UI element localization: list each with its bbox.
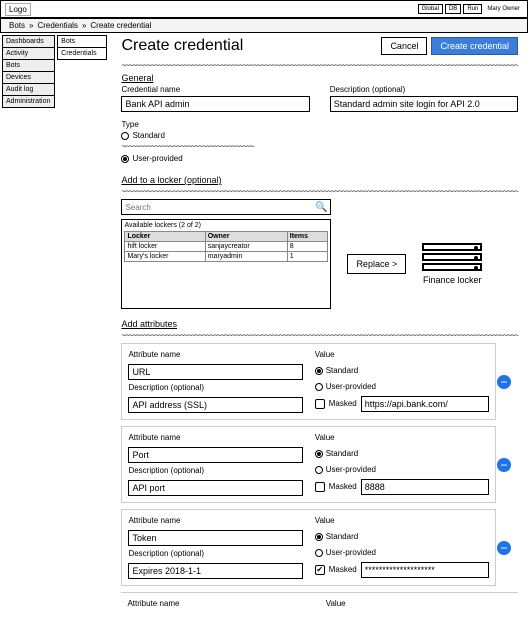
remove-attribute-button[interactable]: −	[497, 375, 511, 389]
attribute-card: Attribute name Description (optional) Valu…	[121, 426, 496, 503]
value-userprovided-radio[interactable]: User-provided	[315, 382, 489, 391]
value-standard-radio[interactable]: Standard	[315, 366, 489, 375]
server-icon	[422, 253, 482, 261]
sub-nav: Bots Credentials	[57, 35, 107, 59]
credential-name-label: Credential name	[121, 85, 309, 94]
value-standard-radio[interactable]: Standard	[315, 449, 489, 458]
attr-value-input[interactable]	[361, 562, 489, 578]
masked-label: Masked	[329, 399, 357, 408]
locker-col-owner[interactable]: Owner	[205, 232, 287, 242]
credential-desc-label: Description (optional)	[330, 85, 518, 94]
attribute-card: Attribute name Description (optional) Valu…	[121, 343, 496, 420]
attr-value-input[interactable]	[361, 479, 489, 495]
attribute-card: Attribute name Description (optional) Valu…	[121, 509, 496, 586]
create-credential-button[interactable]: Create credential	[431, 37, 518, 55]
attr-value-input[interactable]	[361, 396, 489, 412]
breadcrumb-c: Create credential	[90, 21, 151, 30]
remove-attribute-button[interactable]: −	[497, 458, 511, 472]
divider: ~~~~~~~~~~~~~~~~~~~~~~~~~~~~~~~~~~~~	[121, 142, 261, 148]
locker-col-items[interactable]: Items	[287, 232, 328, 242]
attr-value-label: Value	[315, 350, 489, 359]
masked-label: Masked	[329, 565, 357, 574]
left-nav: Dashboards Activity Bots Devices Audit l…	[2, 35, 55, 107]
subnav-item-credentials[interactable]: Credentials	[57, 47, 107, 60]
breadcrumb: Bots » Credentials » Create credential	[0, 18, 528, 33]
top-user-label: Mary Owner	[484, 5, 523, 13]
breadcrumb-a[interactable]: Bots	[9, 21, 25, 30]
attr-value-label: Value	[315, 516, 489, 525]
divider: ~~~~~~~~~~~~~~~~~~~~~~~~~~~~~~~~~~~~~~~~…	[121, 331, 518, 337]
type-standard-radio[interactable]: Standard	[121, 131, 518, 140]
breadcrumb-b[interactable]: Credentials	[37, 21, 77, 30]
locker-available-caption: Available lockers (2 of 2)	[124, 222, 328, 229]
masked-checkbox[interactable]	[315, 482, 325, 492]
locker-list-panel: Available lockers (2 of 2) Locker Owner …	[121, 219, 331, 309]
attr-value-label: Value	[326, 599, 512, 608]
value-userprovided-radio[interactable]: User-provided	[315, 548, 489, 557]
type-label: Type	[121, 120, 518, 129]
selected-locker: Finance locker	[422, 243, 482, 285]
locker-table: Locker Owner Items hift lockersanjaycrea…	[124, 231, 328, 262]
server-icon	[422, 243, 482, 251]
top-btn-1[interactable]: Global	[418, 4, 443, 14]
table-row[interactable]: Mary's lockermaryadmin1	[125, 252, 328, 262]
top-btn-3[interactable]: Run	[463, 4, 482, 14]
table-row[interactable]: hift lockersanjaycreator8	[125, 242, 328, 252]
locker-search[interactable]: 🔍	[121, 199, 331, 215]
credential-name-input[interactable]	[121, 96, 309, 112]
replace-button[interactable]: Replace >	[347, 254, 406, 274]
attr-desc-label: Description (optional)	[128, 383, 302, 392]
attr-name-label: Attribute name	[128, 350, 302, 359]
page-title: Create credential	[121, 37, 377, 55]
section-locker: Add to a locker (optional)	[121, 175, 518, 185]
section-general: General	[121, 73, 518, 83]
remove-attribute-button[interactable]: −	[497, 541, 511, 555]
section-attributes: Add attributes	[121, 319, 518, 329]
masked-checkbox[interactable]	[315, 399, 325, 409]
attr-name-label: Attribute name	[128, 516, 302, 525]
type-userprovided-radio[interactable]: User-provided	[121, 154, 518, 163]
locker-col-name[interactable]: Locker	[125, 232, 205, 242]
search-icon: 🔍	[315, 202, 327, 213]
logo: Logo	[5, 3, 31, 16]
credential-desc-input[interactable]	[330, 96, 518, 112]
attr-name-input[interactable]	[128, 530, 302, 546]
attr-desc-input[interactable]	[128, 563, 302, 579]
attr-desc-label: Description (optional)	[128, 549, 302, 558]
attr-name-input[interactable]	[128, 364, 302, 380]
sidebar-item-administration[interactable]: Administration	[2, 95, 55, 108]
locker-search-input[interactable]	[125, 203, 315, 212]
divider: ~~~~~~~~~~~~~~~~~~~~~~~~~~~~~~~~~~~~~~~~…	[121, 187, 518, 193]
masked-label: Masked	[329, 482, 357, 491]
attr-name-input[interactable]	[128, 447, 302, 463]
attr-value-label: Value	[315, 433, 489, 442]
attr-desc-input[interactable]	[128, 397, 302, 413]
server-icon	[422, 263, 482, 271]
attr-name-label: Attribute name	[128, 433, 302, 442]
value-standard-radio[interactable]: Standard	[315, 532, 489, 541]
masked-checkbox[interactable]: ✔	[315, 565, 325, 575]
attr-desc-input[interactable]	[128, 480, 302, 496]
attr-name-label: Attribute name	[127, 599, 313, 608]
top-btn-2[interactable]: DB	[445, 4, 461, 14]
selected-locker-name: Finance locker	[423, 275, 482, 285]
cancel-button[interactable]: Cancel	[381, 37, 427, 55]
divider: ~~~~~~~~~~~~~~~~~~~~~~~~~~~~~~~~~~~~~~~~…	[121, 61, 518, 67]
value-userprovided-radio[interactable]: User-provided	[315, 465, 489, 474]
attr-desc-label: Description (optional)	[128, 466, 302, 475]
